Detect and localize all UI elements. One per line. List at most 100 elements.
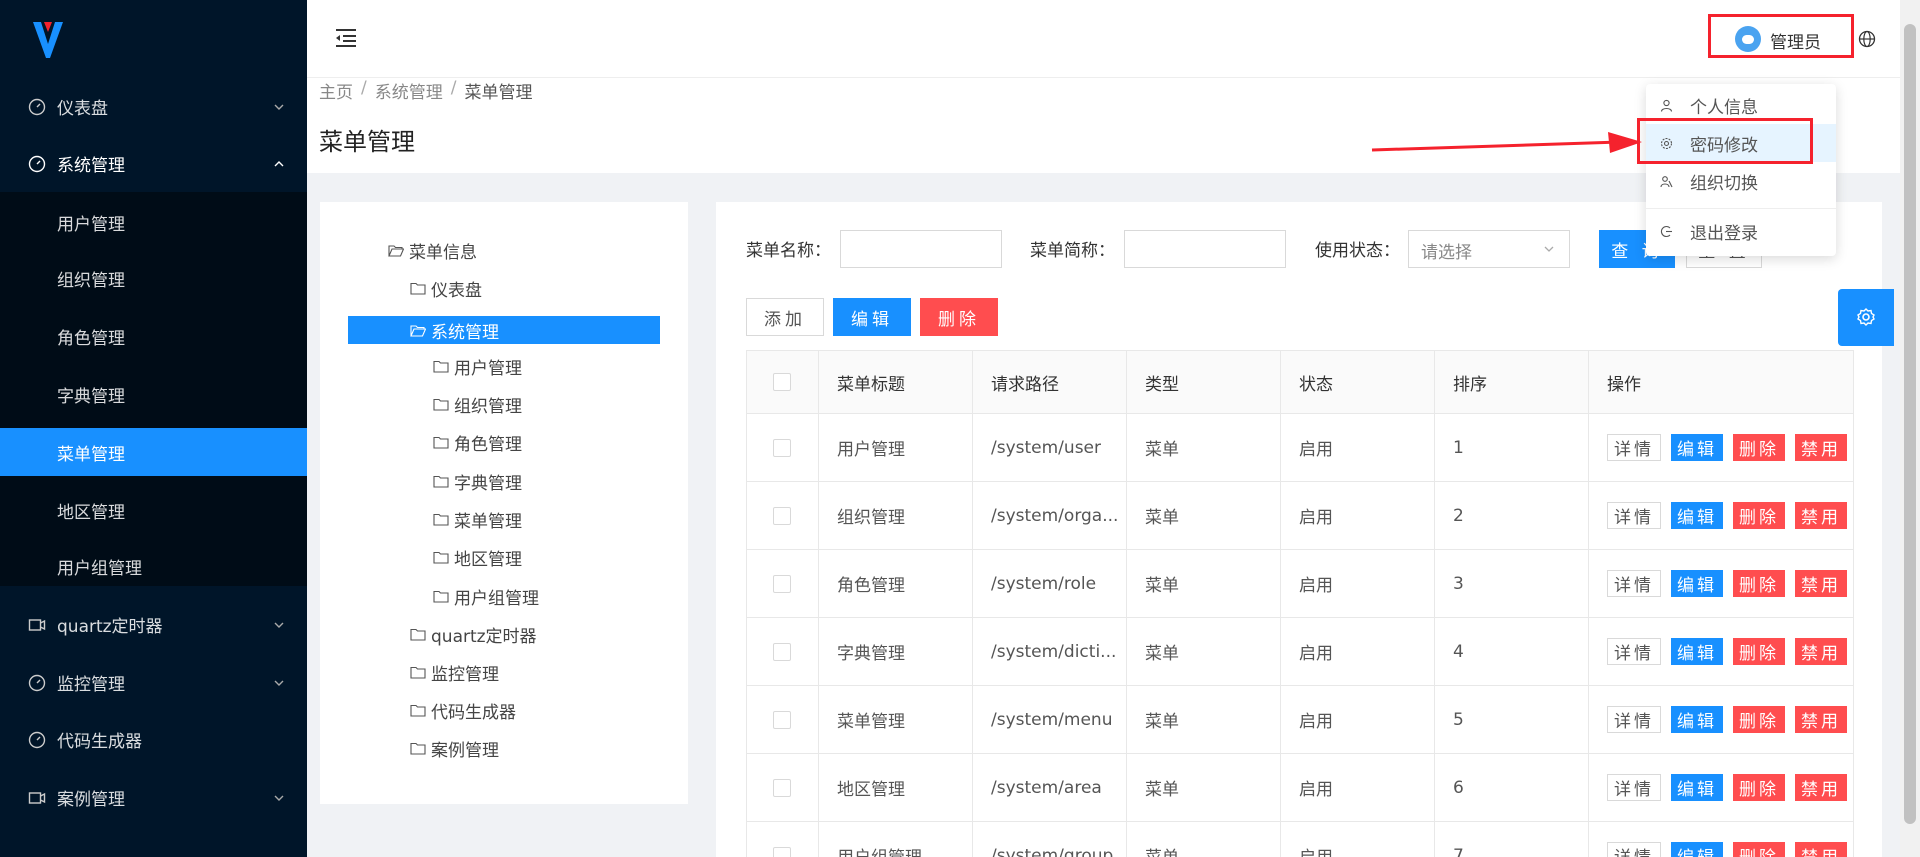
dropdown-item-label: 退出登录 (1690, 223, 1758, 244)
row-delete-button[interactable]: 删除 (1733, 842, 1785, 857)
row-edit-button[interactable]: 编辑 (1671, 774, 1723, 801)
sidebar-subitem-group[interactable]: 用户组管理 (0, 542, 307, 590)
sidebar-item-quartz[interactable]: quartz定时器 (0, 596, 307, 653)
row-detail-button[interactable]: 详情 (1607, 570, 1661, 597)
row-delete-button[interactable]: 删除 (1733, 570, 1785, 597)
table-cell-path: /system/menu (972, 686, 1126, 753)
row-edit-button[interactable]: 编辑 (1671, 842, 1723, 857)
row-edit-button[interactable]: 编辑 (1671, 638, 1723, 665)
tree-node-label: 组织管理 (454, 396, 522, 417)
row-disable-button[interactable]: 禁用 (1795, 706, 1847, 733)
user-menu-trigger[interactable]: 管理员 (1708, 14, 1854, 58)
tree-node[interactable]: 地区管理 (433, 543, 522, 571)
row-delete-button[interactable]: 删除 (1733, 774, 1785, 801)
table-row: 组织管理/system/orga... 菜单 启用 2 详情 编辑 删除 禁用 (746, 482, 1854, 550)
breadcrumb-home[interactable]: 主页 (319, 78, 353, 103)
table-cell-actions: 详情 编辑 删除 禁用 (1588, 686, 1854, 753)
sidebar-subitem-menu[interactable]: 菜单管理 (0, 428, 307, 476)
row-delete-button[interactable]: 删除 (1733, 502, 1785, 529)
row-delete-button[interactable]: 删除 (1733, 434, 1785, 461)
row-delete-button[interactable]: 删除 (1733, 638, 1785, 665)
tree-node[interactable]: 角色管理 (433, 428, 522, 456)
row-select-cell (746, 482, 818, 549)
tree-node-label: 仪表盘 (431, 280, 482, 301)
table-cell-path: /system/area (972, 754, 1126, 821)
sidebar-item-codegen[interactable]: 代码生成器 (0, 711, 307, 768)
tree-node[interactable]: 字典管理 (433, 467, 522, 495)
tree-node-label: 字典管理 (454, 473, 522, 494)
globe-icon[interactable] (1858, 30, 1876, 48)
column-header: 操作 (1588, 351, 1854, 413)
row-detail-button[interactable]: 详情 (1607, 842, 1661, 857)
tree-node[interactable]: 监控管理 (410, 658, 499, 686)
row-detail-button[interactable]: 详情 (1607, 774, 1661, 801)
sidebar-subitem-user[interactable]: 用户管理 (0, 198, 307, 246)
row-checkbox[interactable] (773, 438, 791, 457)
row-detail-button[interactable]: 详情 (1607, 434, 1661, 461)
row-checkbox[interactable] (773, 574, 791, 593)
row-disable-button[interactable]: 禁用 (1795, 502, 1847, 529)
sidebar-subitem-org[interactable]: 组织管理 (0, 254, 307, 302)
settings-drawer-button[interactable] (1838, 289, 1894, 346)
row-edit-button[interactable]: 编辑 (1671, 434, 1723, 461)
row-disable-button[interactable]: 禁用 (1795, 774, 1847, 801)
row-select-cell (746, 618, 818, 685)
table-cell-order: 3 (1434, 550, 1588, 617)
row-checkbox[interactable] (773, 710, 791, 729)
folder-icon (410, 282, 426, 295)
table-cell-type: 菜单 (1126, 686, 1280, 753)
tree-node-root[interactable]: 菜单信息 (388, 236, 477, 264)
edit-button[interactable]: 编辑 (833, 298, 911, 336)
sidebar-item-dashboard[interactable]: 仪表盘 (0, 78, 307, 135)
menu-short-input[interactable] (1124, 230, 1286, 268)
tree-node[interactable]: 用户管理 (433, 352, 522, 380)
menu-name-input[interactable] (840, 230, 1002, 268)
tree-node[interactable]: 用户组管理 (433, 582, 539, 610)
menu-tree-panel: 菜单信息 仪表盘 系统管理 用户管理 组织管理 角色管理 字典管理 菜单管理 地… (320, 202, 688, 804)
row-delete-button[interactable]: 删除 (1733, 706, 1785, 733)
tree-node[interactable]: 案例管理 (410, 734, 499, 762)
tree-node-label: 代码生成器 (431, 702, 516, 723)
row-checkbox[interactable] (773, 778, 791, 797)
tree-node[interactable]: 菜单管理 (433, 505, 522, 533)
status-select[interactable]: 请选择 (1408, 230, 1570, 268)
row-disable-button[interactable]: 禁用 (1795, 570, 1847, 597)
row-disable-button[interactable]: 禁用 (1795, 842, 1847, 857)
sidebar-item-system[interactable]: 系统管理 (0, 135, 307, 192)
tree-node[interactable]: 代码生成器 (410, 696, 516, 724)
select-all-checkbox[interactable] (773, 373, 791, 391)
column-header: 状态 (1280, 351, 1434, 413)
table-cell-actions: 详情 编辑 删除 禁用 (1588, 754, 1854, 821)
row-edit-button[interactable]: 编辑 (1671, 570, 1723, 597)
row-detail-button[interactable]: 详情 (1607, 638, 1661, 665)
scrollbar-thumb[interactable] (1904, 24, 1916, 824)
row-detail-button[interactable]: 详情 (1607, 706, 1661, 733)
table-cell-title: 用户组管理 (818, 822, 972, 857)
add-button[interactable]: 添加 (746, 298, 824, 336)
row-checkbox[interactable] (773, 642, 791, 661)
dropdown-item-org-switch[interactable]: 组织切换 (1646, 162, 1836, 200)
tree-node[interactable]: 仪表盘 (410, 274, 482, 302)
sidebar-subitem-area[interactable]: 地区管理 (0, 486, 307, 534)
tree-node-selected[interactable]: 系统管理 (348, 316, 660, 344)
row-detail-button[interactable]: 详情 (1607, 502, 1661, 529)
row-checkbox[interactable] (773, 506, 791, 525)
delete-button[interactable]: 删除 (920, 298, 998, 336)
sidebar-subitem-role[interactable]: 角色管理 (0, 312, 307, 360)
row-disable-button[interactable]: 禁用 (1795, 434, 1847, 461)
sidebar-item-monitor[interactable]: 监控管理 (0, 654, 307, 711)
table-cell-path: /system/group... (972, 822, 1130, 857)
dropdown-item-logout[interactable]: 退出登录 (1646, 212, 1836, 250)
chevron-down-icon (274, 104, 284, 110)
tree-node[interactable]: quartz定时器 (410, 620, 537, 648)
sidebar-item-cases[interactable]: 案例管理 (0, 769, 307, 826)
breadcrumb-system[interactable]: 系统管理 (375, 78, 443, 103)
row-edit-button[interactable]: 编辑 (1671, 502, 1723, 529)
row-checkbox[interactable] (773, 846, 791, 857)
sidebar-subitem-dict[interactable]: 字典管理 (0, 370, 307, 418)
menu-fold-icon[interactable] (335, 28, 357, 48)
tree-node[interactable]: 组织管理 (433, 390, 522, 418)
row-disable-button[interactable]: 禁用 (1795, 638, 1847, 665)
page-scrollbar[interactable] (1900, 0, 1920, 857)
row-edit-button[interactable]: 编辑 (1671, 706, 1723, 733)
